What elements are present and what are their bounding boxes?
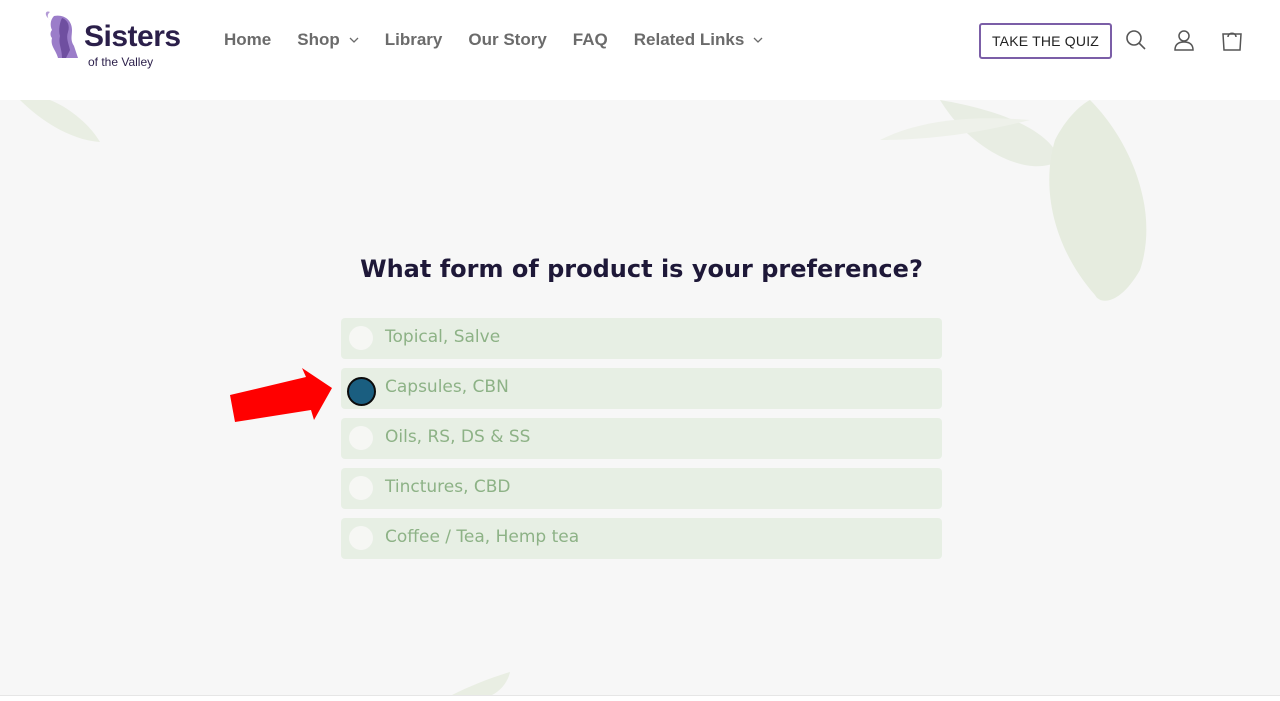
- red-arrow-icon: [230, 368, 332, 422]
- nav-our-story[interactable]: Our Story: [468, 30, 546, 50]
- option-coffee-tea[interactable]: Coffee / Tea, Hemp tea: [341, 518, 942, 559]
- option-oils[interactable]: Oils, RS, DS & SS: [341, 418, 942, 459]
- nav-home[interactable]: Home: [224, 30, 271, 50]
- radio-button[interactable]: [349, 426, 373, 450]
- option-label: Topical, Salve: [385, 327, 501, 347]
- cart-icon[interactable]: [1220, 28, 1244, 52]
- logo-subtitle: of the Valley: [88, 55, 154, 69]
- nav-shop[interactable]: Shop: [297, 30, 359, 50]
- nav-faq-label: FAQ: [572, 30, 608, 49]
- quiz-question: What form of product is your preference?: [360, 255, 923, 283]
- main-nav: Home Shop Library Our Story FAQ Related …: [224, 28, 789, 52]
- chevron-down-icon: [349, 37, 359, 43]
- nav-library[interactable]: Library: [385, 30, 443, 50]
- logo-title: Sisters: [84, 20, 181, 53]
- option-label: Capsules, CBN: [385, 377, 509, 397]
- option-tinctures-cbd[interactable]: Tinctures, CBD: [341, 468, 942, 509]
- option-topical-salve[interactable]: Topical, Salve: [341, 318, 942, 359]
- take-the-quiz-button[interactable]: TAKE THE QUIZ: [979, 23, 1112, 59]
- option-label: Tinctures, CBD: [385, 477, 511, 497]
- logo[interactable]: Sisters of the Valley: [40, 10, 190, 72]
- option-label: Oils, RS, DS & SS: [385, 427, 531, 447]
- radio-button-selected[interactable]: [347, 377, 376, 406]
- nav-related-links[interactable]: Related Links: [634, 30, 764, 50]
- nav-faq[interactable]: FAQ: [573, 30, 608, 50]
- nav-related-links-label: Related Links: [633, 30, 745, 49]
- background-leaf-bottom: [450, 672, 510, 696]
- nav-home-label: Home: [224, 30, 272, 49]
- option-label: Coffee / Tea, Hemp tea: [385, 527, 580, 547]
- search-icon[interactable]: [1124, 28, 1148, 52]
- logo-silhouette-icon: [45, 11, 78, 58]
- nav-our-story-label: Our Story: [468, 30, 547, 49]
- radio-button[interactable]: [349, 526, 373, 550]
- site-header: Sisters of the Valley Home Shop Library …: [0, 0, 1280, 100]
- page: Sisters of the Valley Home Shop Library …: [0, 0, 1280, 701]
- background-leaf-left: [20, 100, 100, 142]
- nav-library-label: Library: [384, 30, 443, 49]
- footer: [0, 696, 1280, 701]
- account-icon[interactable]: [1172, 28, 1196, 52]
- chevron-down-icon: [753, 37, 763, 43]
- radio-button[interactable]: [349, 476, 373, 500]
- nav-shop-label: Shop: [297, 30, 340, 49]
- option-capsules-cbn[interactable]: Capsules, CBN: [341, 368, 942, 409]
- radio-button[interactable]: [349, 326, 373, 350]
- quiz-options: Topical, Salve Capsules, CBN Oils, RS, D…: [341, 318, 942, 568]
